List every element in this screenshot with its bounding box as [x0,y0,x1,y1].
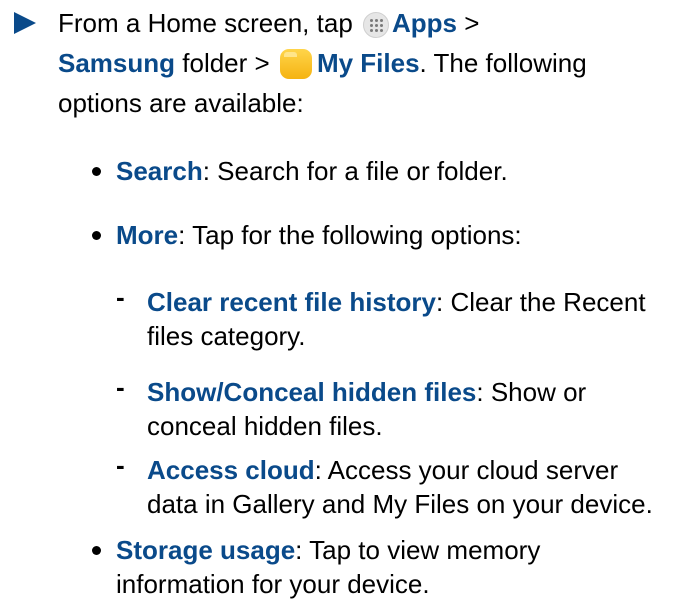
bullet-icon [92,231,101,240]
step-line-3: options are available: [58,88,304,118]
option-more: More: Tap for the following options: [116,215,522,255]
bullet-icon [92,167,101,176]
step-line-1: From a Home screen, tap Apps > [58,3,479,43]
document-page: From a Home screen, tap Apps > Samsung f… [0,0,695,599]
bullet-icon [92,546,101,555]
my-files-folder-icon [279,49,312,79]
suboption-desc: : Clear the Recent [436,287,646,317]
nav-separator: > [457,8,480,38]
apps-grid-icon [363,12,389,38]
dash-bullet-icon: - [116,372,125,402]
option-name: More [116,220,179,250]
suboption-name: Clear recent file history [147,287,436,317]
dash-bullet-icon: - [116,450,125,480]
suboption-name: Show/Conceal hidden files [147,377,477,407]
folder-text: folder > [175,48,277,78]
step-suffix-text: . The following [419,48,587,78]
option-name: Search [116,156,203,186]
dash-bullet-icon: - [116,282,125,312]
option-name: Storage usage [116,535,296,565]
step-arrow-icon [14,12,36,34]
option-search: Search: Search for a file or folder. [116,151,508,191]
suboption-desc: : Show or [476,377,587,407]
samsung-label: Samsung [58,48,176,78]
option-desc: : Search for a file or folder. [202,156,508,186]
suboption-desc: : Access your cloud server [314,455,619,485]
step-line-2: Samsung folder > My Files. The following [58,43,587,83]
apps-label: Apps [392,8,457,38]
suboption-desc-line2: data in Gallery and My Files on your dev… [147,489,653,519]
option-desc-line2: information for your device. [116,569,430,599]
suboption-desc-line2: conceal hidden files. [147,411,383,441]
suboption-desc-line2: files category. [147,321,306,351]
step-intro-text: From a Home screen, tap [58,8,360,38]
option-desc: : Tap to view memory [295,535,541,565]
my-files-label: My Files [316,48,420,78]
suboption-name: Access cloud [147,455,315,485]
option-desc: : Tap for the following options: [178,220,522,250]
